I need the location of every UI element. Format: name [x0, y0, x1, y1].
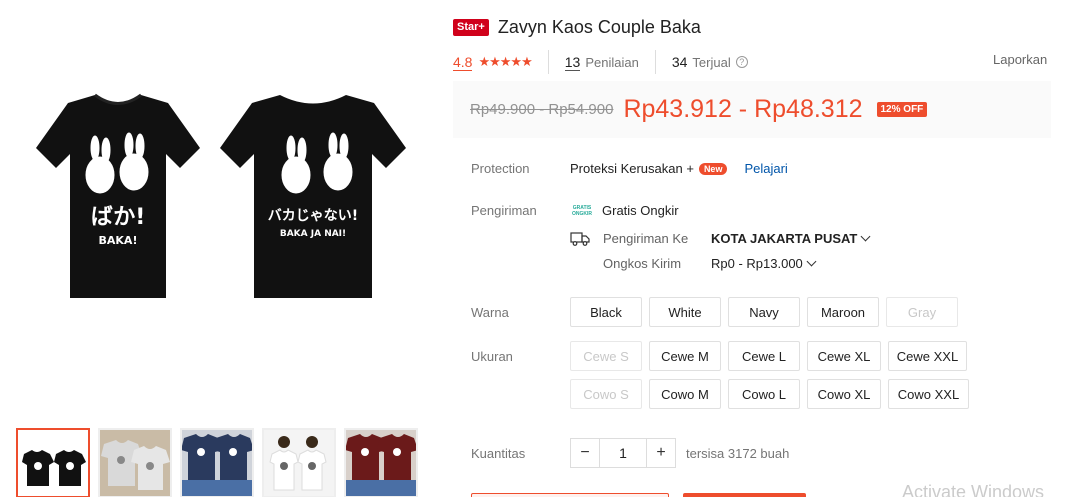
thumbnail-strip [16, 428, 418, 497]
ship-to-selector[interactable]: KOTA JAKARTA PUSAT [711, 231, 871, 246]
divider [547, 50, 549, 74]
left-shirt-jp-text: ばか! [91, 205, 145, 230]
original-price: Rp49.900 - Rp54.900 [470, 101, 614, 118]
reviews-count[interactable]: 13 [564, 54, 581, 71]
color-option-black[interactable]: Black [570, 297, 642, 327]
right-shirt-en-text: BAKA JA NAI! [280, 229, 346, 239]
product-stats: 4.8 ★★★★★ 13 Penilaian 34 Terjual ? [453, 50, 748, 74]
protection-value: Proteksi Kerusakan + [570, 161, 694, 176]
chevron-down-icon [806, 256, 817, 267]
size-option-cowo-m[interactable]: Cowo M [649, 379, 721, 409]
free-shipping-row: GRATIS ONGKIR Gratis Ongkir [570, 203, 679, 218]
shipping-label: Pengiriman [471, 203, 537, 218]
right-shirt-jp-text: バカじゃない! [268, 208, 358, 224]
shipping-cost-label: Ongkos Kirim [603, 256, 682, 271]
product-title: Zavyn Kaos Couple Baka [497, 17, 701, 37]
free-shipping-text: Gratis Ongkir [602, 203, 679, 218]
color-option-white[interactable]: White [649, 297, 721, 327]
left-tshirt: ばか! BAKA! [36, 93, 200, 298]
thumbnail-white-couple[interactable] [262, 428, 336, 497]
quantity-input[interactable]: 1 [600, 438, 646, 468]
question-circle-icon[interactable]: ? [735, 56, 748, 68]
product-title-row: Star+ Zavyn Kaos Couple Baka [453, 17, 701, 38]
color-option-navy[interactable]: Navy [728, 297, 800, 327]
star-plus-badge: Star+ [453, 19, 489, 36]
right-tshirt: バカじゃない! BAKA JA NAI! [220, 95, 406, 298]
learn-more-link[interactable]: Pelajari [744, 161, 787, 176]
windows-activation-watermark: Activate Windows [902, 482, 1045, 497]
protection-label: Protection [471, 161, 530, 176]
stock-text: tersisa 3172 buah [686, 446, 790, 461]
increase-button[interactable]: + [646, 438, 676, 468]
divider [654, 50, 656, 74]
thumbnail-white[interactable] [98, 428, 172, 497]
discount-badge: 12% OFF [876, 102, 928, 117]
size-option-cewe-s: Cewe S [570, 341, 642, 371]
product-main-image[interactable]: ばか! BAKA! バカじゃない! BAKA JA NAI! [0, 0, 440, 420]
report-link[interactable]: Laporkan [993, 52, 1047, 67]
current-price: Rp43.912 - Rp48.312 [623, 95, 863, 123]
sold-label: Terjual [692, 54, 731, 70]
thumbnail-black[interactable] [16, 428, 90, 497]
new-badge: New [698, 162, 728, 175]
ship-to-row: Pengiriman Ke KOTA JAKARTA PUSAT [570, 231, 871, 246]
color-option-gray: Gray [886, 297, 958, 327]
reviews-label: Penilaian [585, 54, 639, 70]
add-to-cart-button[interactable] [471, 493, 669, 497]
color-option-maroon[interactable]: Maroon [807, 297, 879, 327]
size-option-cewe-l[interactable]: Cewe L [728, 341, 800, 371]
size-option-cowo-xl[interactable]: Cowo XL [807, 379, 881, 409]
size-option-cewe-xl[interactable]: Cewe XL [807, 341, 881, 371]
shipping-cost-row: Ongkos Kirim Rp0 - Rp13.000 [603, 256, 817, 271]
rating-value[interactable]: 4.8 [453, 54, 473, 71]
protection-row: Proteksi Kerusakan + New Pelajari [570, 161, 788, 176]
size-option-cewe-xxl[interactable]: Cewe XXL [888, 341, 967, 371]
quantity-stepper: − 1 + [570, 438, 676, 468]
left-shirt-en-text: BAKA! [99, 234, 138, 247]
quantity-label: Kuantitas [471, 446, 526, 461]
sold-count: 34 [671, 54, 688, 70]
price-box: Rp49.900 - Rp54.900 Rp43.912 - Rp48.312 … [453, 81, 1051, 138]
color-label: Warna [471, 305, 509, 320]
size-option-cowo-l[interactable]: Cowo L [728, 379, 800, 409]
thumbnail-navy[interactable] [180, 428, 254, 497]
ship-to-label: Pengiriman Ke [603, 231, 689, 246]
size-label: Ukuran [471, 349, 513, 364]
decrease-button[interactable]: − [570, 438, 600, 468]
buy-now-button[interactable] [683, 493, 806, 497]
tshirt-pair-image: ばか! BAKA! バカじゃない! BAKA JA NAI! [36, 93, 406, 298]
size-option-cowo-s: Cowo S [570, 379, 642, 409]
shipping-cost-selector[interactable]: Rp0 - Rp13.000 [711, 256, 817, 271]
rating-stars-icon: ★★★★★ [478, 54, 532, 69]
truck-icon [570, 231, 590, 246]
chevron-down-icon [860, 231, 871, 242]
size-option-cewe-m[interactable]: Cewe M [649, 341, 721, 371]
free-shipping-icon: GRATIS ONGKIR [572, 204, 592, 217]
size-option-cowo-xxl[interactable]: Cowo XXL [888, 379, 969, 409]
thumbnail-maroon[interactable] [344, 428, 418, 497]
